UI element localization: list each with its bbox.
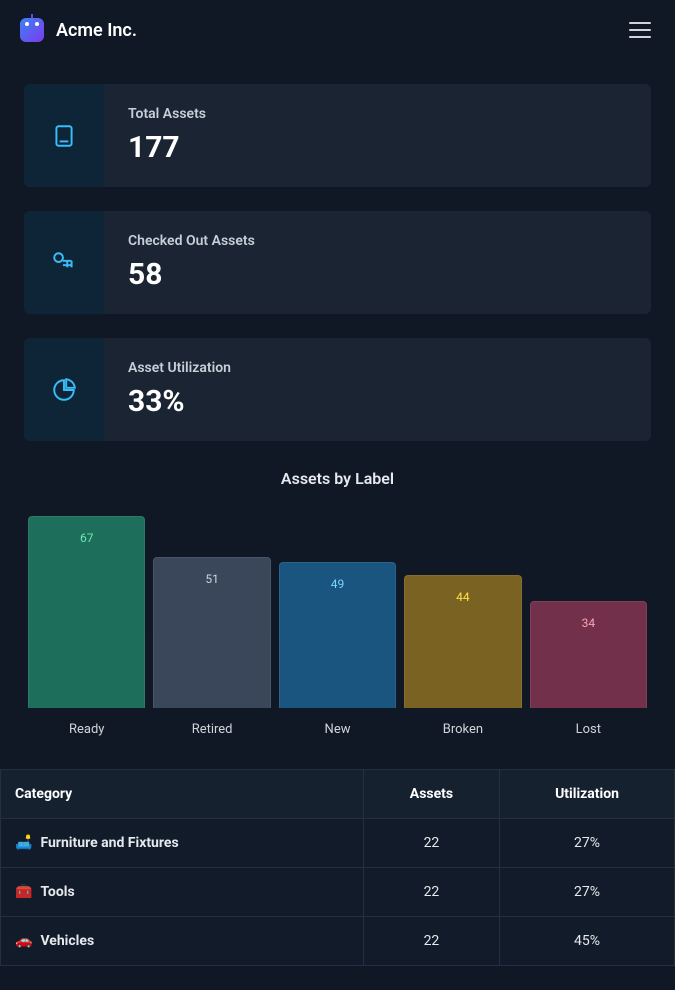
stat-label: Asset Utilization (128, 360, 627, 376)
category-icon: 🚗 (15, 933, 32, 949)
table-header-row: Category Assets Utilization (1, 770, 675, 819)
storage-icon (24, 84, 104, 187)
brand-logo-icon (20, 18, 44, 42)
cell-utilization: 27% (500, 819, 675, 868)
app-header: Acme Inc. (0, 0, 675, 60)
table-row[interactable]: 🚗 Vehicles 2245% (1, 917, 675, 966)
assets-by-label-chart: 6751494434 (24, 508, 651, 708)
bar-retired[interactable]: 51 (153, 557, 270, 708)
category-name: Furniture and Fixtures (40, 835, 178, 851)
bar-ready[interactable]: 67 (28, 516, 145, 708)
bar-value: 44 (404, 575, 521, 708)
bar-value: 51 (153, 557, 270, 708)
cell-utilization: 27% (500, 868, 675, 917)
bar-new[interactable]: 49 (279, 562, 396, 708)
main-content: Total Assets 177 Checked Out Assets 58 (0, 60, 675, 990)
col-category: Category (1, 770, 364, 819)
stat-card-total-assets: Total Assets 177 (24, 84, 651, 187)
category-icon: 🧰 (15, 884, 32, 900)
pie-icon (24, 338, 104, 441)
category-name: Vehicles (40, 933, 94, 949)
stat-card-utilization: Asset Utilization 33% (24, 338, 651, 441)
bar-value: 49 (279, 562, 396, 708)
cell-assets: 22 (363, 917, 499, 966)
table-row[interactable]: 🧰 Tools 2227% (1, 868, 675, 917)
cell-utilization: 45% (500, 917, 675, 966)
stat-value: 177 (128, 130, 627, 165)
stat-value: 33% (128, 384, 627, 419)
category-icon: 🛋️ (15, 835, 32, 851)
bar-label: Ready (28, 722, 145, 737)
cell-assets: 22 (363, 819, 499, 868)
bar-label: Lost (530, 722, 647, 737)
bar-label: Broken (404, 722, 521, 737)
menu-button[interactable] (625, 18, 655, 42)
stat-label: Total Assets (128, 106, 627, 122)
stat-card-checked-out: Checked Out Assets 58 (24, 211, 651, 314)
chart-x-labels: Ready Retired New Broken Lost (24, 722, 651, 737)
col-assets: Assets (363, 770, 499, 819)
bar-value: 34 (530, 601, 647, 708)
brand[interactable]: Acme Inc. (20, 18, 137, 42)
col-utilization: Utilization (500, 770, 675, 819)
bar-label: New (279, 722, 396, 737)
brand-name: Acme Inc. (56, 20, 137, 41)
tag-icon (24, 211, 104, 314)
bar-label: Retired (153, 722, 270, 737)
bar-lost[interactable]: 34 (530, 601, 647, 708)
cell-assets: 22 (363, 868, 499, 917)
chart-title: Assets by Label (24, 469, 651, 488)
bar-broken[interactable]: 44 (404, 575, 521, 708)
category-name: Tools (40, 884, 74, 900)
bar-value: 67 (28, 516, 145, 708)
stat-value: 58 (128, 257, 627, 292)
stat-label: Checked Out Assets (128, 233, 627, 249)
category-table: Category Assets Utilization 🛋️ Furniture … (0, 769, 675, 966)
table-row[interactable]: 🛋️ Furniture and Fixtures 2227% (1, 819, 675, 868)
